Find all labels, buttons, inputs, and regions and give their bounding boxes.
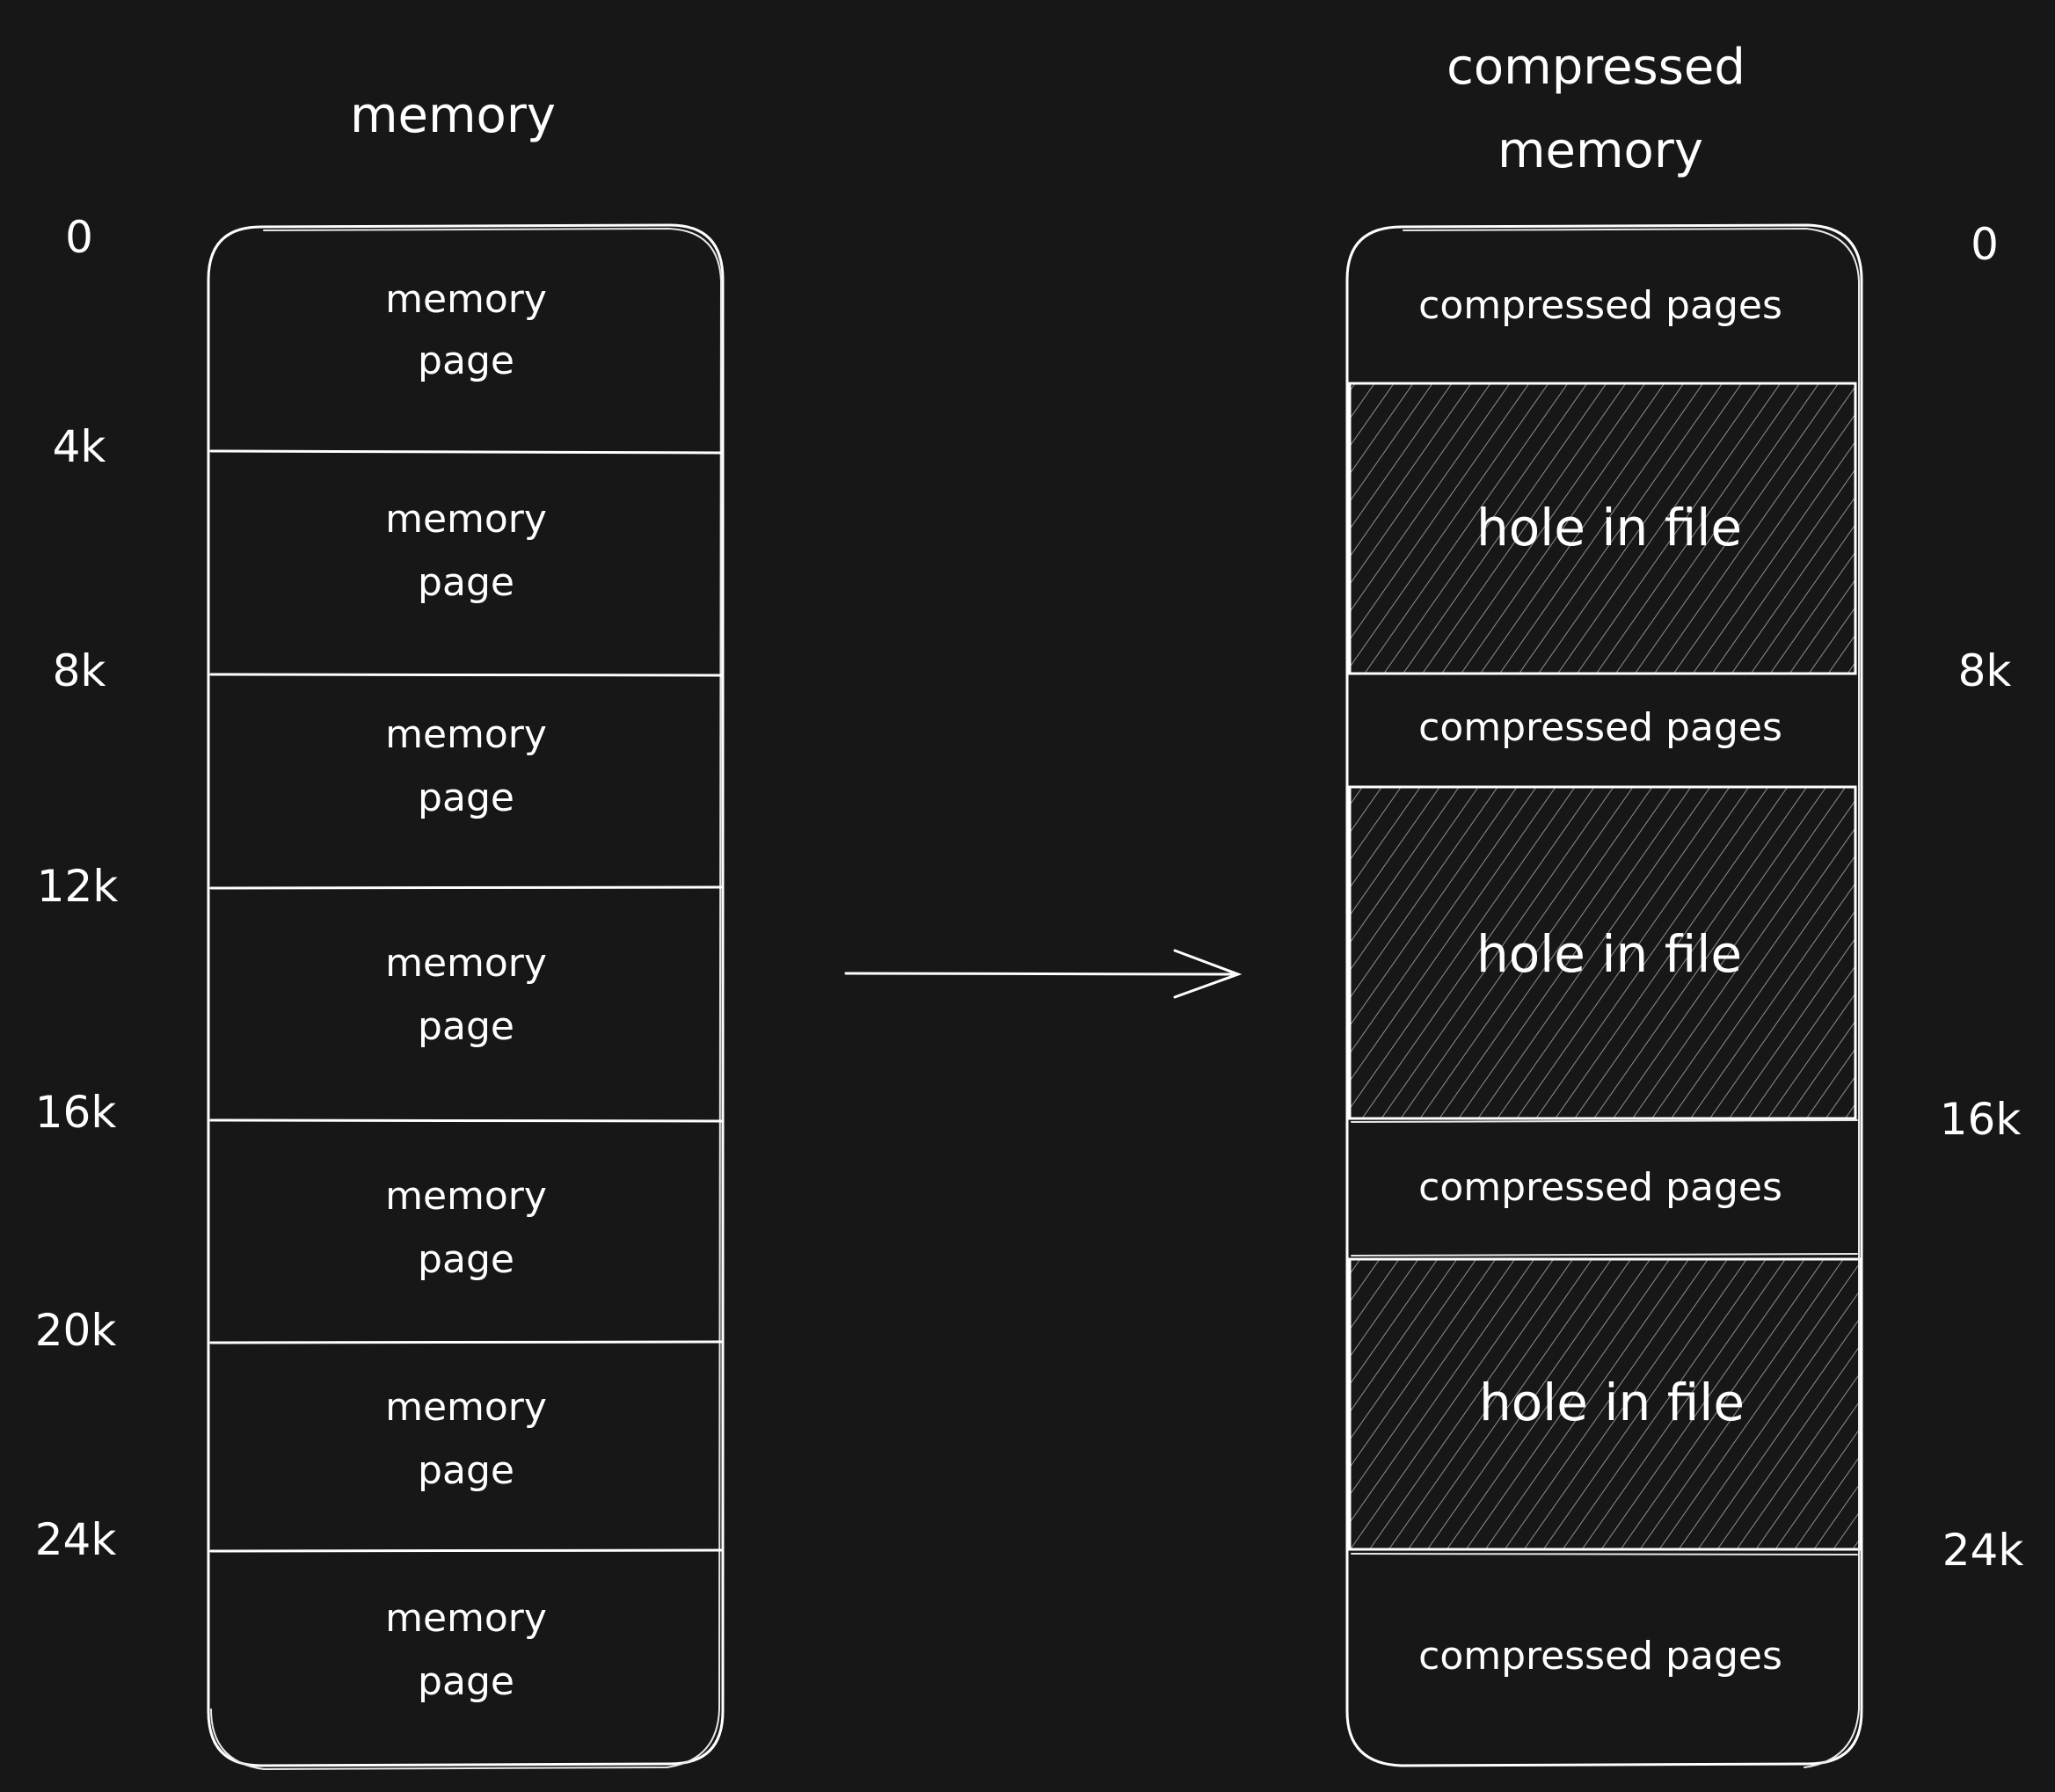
page-divider — [209, 885, 723, 890]
compressed-pages-label: compressed pages — [1418, 1165, 1782, 1210]
page-divider — [209, 1340, 723, 1344]
cell-label-line2: page — [418, 1237, 514, 1282]
cell-label-line1: memory — [385, 941, 547, 986]
segment-divider — [1351, 1119, 1858, 1123]
cell-label-line2: page — [418, 560, 514, 605]
segment-divider — [1351, 1553, 1858, 1555]
cell-label-line2: page — [418, 1004, 514, 1049]
memory-page-cell: memory page — [385, 1385, 547, 1493]
memory-panel-title: memory — [350, 87, 556, 144]
memory-page-cell: memory page — [385, 497, 547, 605]
page-divider — [209, 1118, 723, 1123]
hole-in-file-label: hole in file — [1476, 924, 1742, 984]
hole-in-file-label: hole in file — [1479, 1373, 1745, 1432]
memory-page-cell: memory page — [385, 1596, 547, 1704]
cell-label-line1: memory — [385, 497, 547, 542]
transform-arrow — [844, 949, 1242, 999]
cell-label-line2: page — [418, 776, 514, 820]
cell-label-line1: memory — [385, 1385, 547, 1430]
cell-label-line1: memory — [385, 712, 547, 757]
offset-label: 24k — [1942, 1525, 2024, 1576]
offset-label: 8k — [53, 645, 106, 696]
cell-label-line1: memory — [385, 1596, 547, 1641]
diagram-canvas: memory memory page memory page memory pa… — [35, 39, 2024, 1771]
compressed-pages-label: compressed pages — [1418, 283, 1782, 328]
memory-page-cell: memory page — [385, 712, 547, 820]
offset-label: 16k — [35, 1087, 117, 1138]
offset-label: 12k — [37, 861, 119, 912]
cell-label-line2: page — [418, 1659, 514, 1704]
offset-label: 0 — [65, 212, 93, 263]
offset-label: 8k — [1958, 645, 2012, 696]
cell-label-line2: page — [418, 1448, 514, 1493]
offset-label: 20k — [35, 1305, 117, 1356]
memory-panel: memory memory page memory page memory pa… — [35, 87, 725, 1771]
offset-label: 16k — [1940, 1094, 2022, 1145]
compressed-pages-label: compressed pages — [1418, 705, 1782, 750]
offset-label: 0 — [1971, 219, 1999, 270]
arrow-shaft — [844, 972, 1240, 976]
memory-container — [207, 223, 725, 1767]
offset-label: 24k — [35, 1514, 117, 1565]
compressed-memory-panel: compressed memory compressed pages hole … — [1345, 39, 2024, 1768]
memory-page-cell: memory page — [385, 941, 547, 1049]
page-divider — [209, 449, 723, 455]
compressed-panel-title-line2: memory — [1498, 122, 1703, 179]
segment-divider — [1351, 1253, 1858, 1257]
offset-label: 4k — [53, 421, 106, 472]
compressed-pages-label: compressed pages — [1418, 1634, 1782, 1679]
cell-label-line2: page — [418, 339, 514, 383]
page-divider — [209, 1548, 723, 1553]
cell-label-line1: memory — [385, 1174, 547, 1219]
cell-label-line1: memory — [385, 277, 547, 322]
page-divider — [209, 673, 723, 677]
memory-container-sketch — [210, 227, 723, 1771]
compressed-panel-title-line1: compressed — [1447, 39, 1745, 96]
hole-in-file-label: hole in file — [1476, 498, 1742, 557]
memory-page-cell: memory page — [385, 277, 547, 383]
memory-page-cell: memory page — [385, 1174, 547, 1282]
